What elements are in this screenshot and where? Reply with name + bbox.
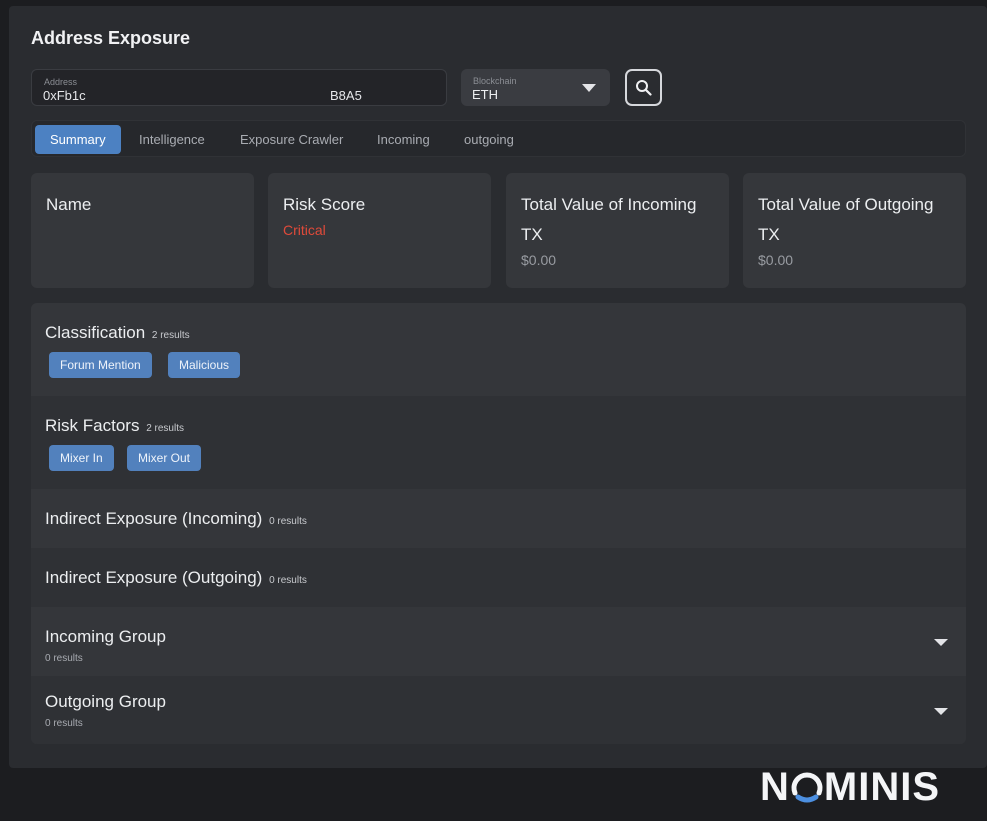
- risk-score-value: Critical: [283, 222, 326, 238]
- logo-o-mark-icon: [791, 772, 823, 803]
- tab-intelligence[interactable]: Intelligence: [139, 125, 205, 154]
- blockchain-select[interactable]: Blockchain ETH: [461, 69, 610, 106]
- risk-score-title: Risk Score: [283, 195, 366, 214]
- tab-bar: Summary Intelligence Exposure Crawler In…: [31, 120, 966, 157]
- tab-incoming[interactable]: Incoming: [377, 125, 430, 154]
- incoming-group-section[interactable]: Incoming Group 0 results: [31, 607, 966, 676]
- incoming-group-count: 0 results: [45, 653, 83, 664]
- address-exposure-window: Address Exposure Address 0xFb1c B8A5 Blo…: [9, 6, 987, 768]
- incoming-value-amount: $0.00: [521, 252, 557, 268]
- address-input[interactable]: Address 0xFb1c B8A5: [31, 69, 447, 106]
- results-panel: Classification 2 results Forum Mention M…: [31, 303, 966, 744]
- logo-text-start: N: [760, 765, 790, 809]
- address-label: Address: [44, 77, 78, 87]
- outgoing-group-count: 0 results: [45, 718, 83, 729]
- name-card-title: Name: [46, 195, 92, 214]
- chip-mixer-out[interactable]: Mixer Out: [127, 445, 202, 471]
- risk-factors-title: Risk Factors 2 results: [45, 416, 184, 435]
- address-value-prefix: 0xFb1c: [43, 88, 86, 103]
- chip-mixer-in[interactable]: Mixer In: [49, 445, 114, 471]
- chip-forum-mention[interactable]: Forum Mention: [49, 352, 152, 378]
- chevron-down-icon[interactable]: [934, 708, 948, 715]
- incoming-value-title: Total Value of Incoming TX: [521, 195, 697, 244]
- classification-section: Classification 2 results Forum Mention M…: [31, 303, 966, 396]
- classification-count: 2 results: [151, 330, 190, 341]
- indirect-incoming-section: Indirect Exposure (Incoming) 0 results: [31, 489, 966, 548]
- indirect-outgoing-title: Indirect Exposure (Outgoing) 0 results: [45, 568, 307, 587]
- address-value-suffix: B8A5: [330, 88, 362, 103]
- tab-exposure-crawler[interactable]: Exposure Crawler: [240, 125, 343, 154]
- blockchain-label: Blockchain: [473, 76, 517, 86]
- logo-text-end: MINIS: [823, 765, 941, 809]
- tab-summary[interactable]: Summary: [35, 125, 121, 154]
- indirect-incoming-title: Indirect Exposure (Incoming) 0 results: [45, 509, 307, 528]
- risk-factors-count: 2 results: [146, 423, 184, 434]
- risk-factors-section: Risk Factors 2 results Mixer In Mixer Ou…: [31, 396, 966, 489]
- chevron-down-icon[interactable]: [934, 639, 948, 646]
- incoming-group-title: Incoming Group: [45, 627, 166, 646]
- risk-score-card: Risk Score Critical: [268, 173, 491, 288]
- outgoing-value-card: Total Value of Outgoing TX $0.00: [743, 173, 966, 288]
- tab-outgoing[interactable]: outgoing: [464, 125, 514, 154]
- outgoing-group-section[interactable]: Outgoing Group 0 results: [31, 676, 966, 744]
- indirect-outgoing-section: Indirect Exposure (Outgoing) 0 results: [31, 548, 966, 607]
- indirect-outgoing-count: 0 results: [269, 575, 307, 586]
- outgoing-value-amount: $0.00: [758, 252, 794, 268]
- classification-title: Classification 2 results: [45, 323, 190, 342]
- name-card: Name: [31, 173, 254, 288]
- chevron-down-icon: [582, 84, 596, 92]
- blockchain-value: ETH: [472, 87, 498, 102]
- indirect-incoming-count: 0 results: [269, 516, 307, 527]
- outgoing-value-title: Total Value of Outgoing TX: [758, 195, 934, 244]
- search-button[interactable]: [625, 69, 662, 106]
- page-title: Address Exposure: [31, 28, 191, 48]
- chip-malicious[interactable]: Malicious: [168, 352, 241, 378]
- outgoing-group-title: Outgoing Group: [45, 692, 166, 711]
- nominis-logo: N MINIS: [760, 764, 940, 810]
- search-icon: [636, 80, 652, 96]
- incoming-value-card: Total Value of Incoming TX $0.00: [506, 173, 729, 288]
